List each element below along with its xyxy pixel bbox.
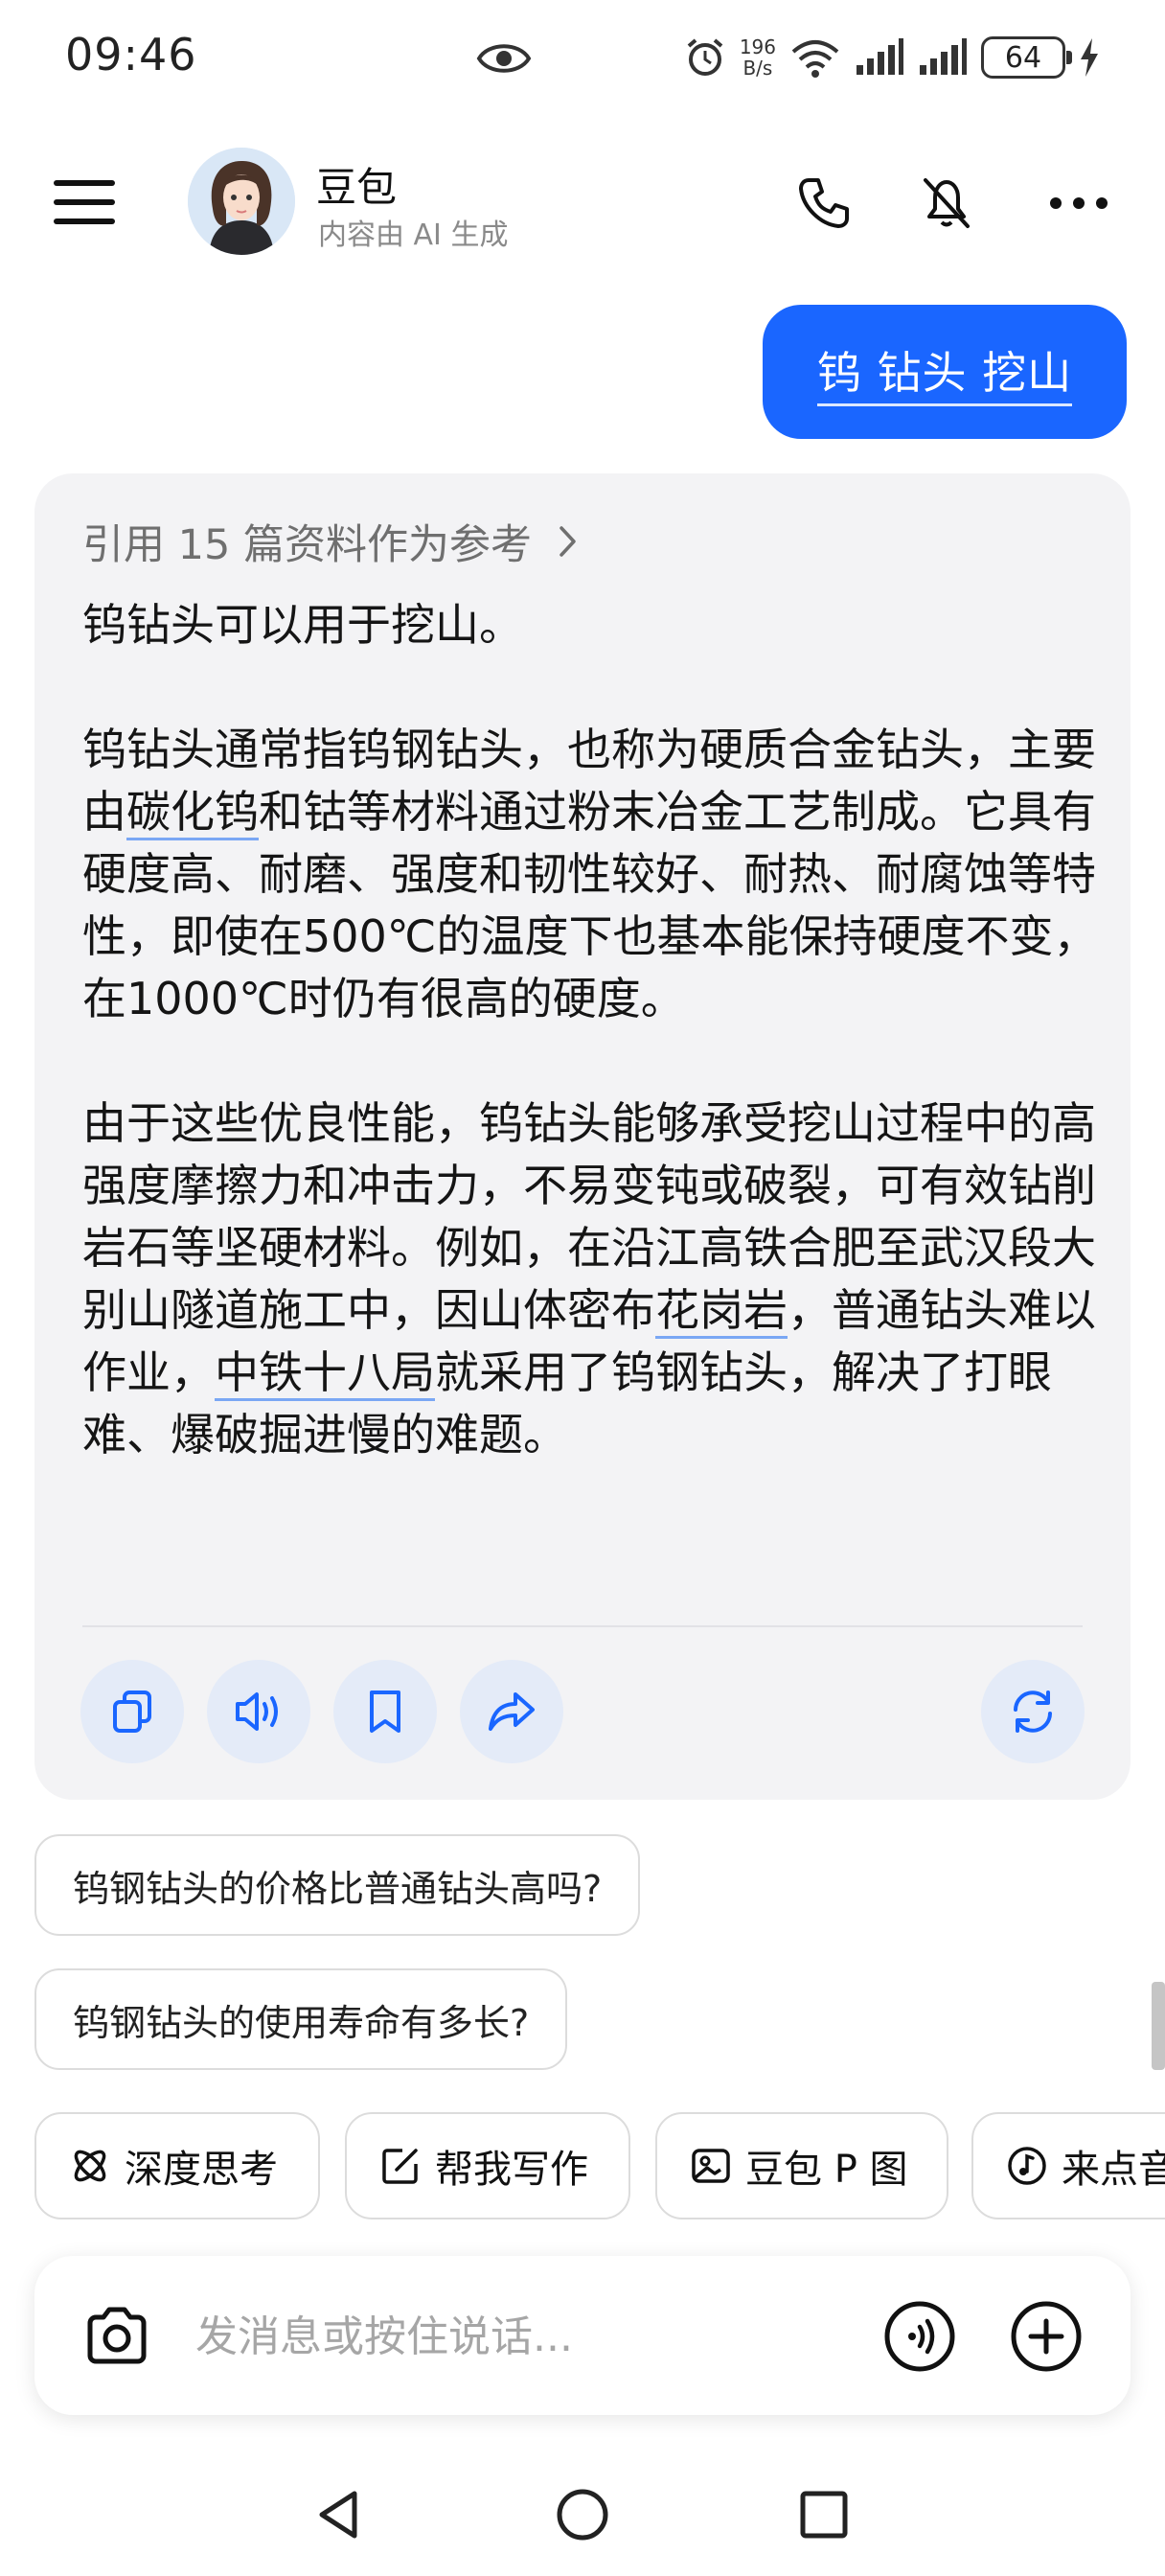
charging-icon [1081, 38, 1098, 77]
app-screen: 09:46 196 B/s 64 豆包 内容由 AI 生成 钨 钻头 挖山 引用… [0, 0, 1165, 2576]
answer-paragraph-1: 钨钻头可以用于挖山。 [82, 599, 523, 651]
signal-icon-1 [857, 38, 903, 75]
menu-button[interactable] [54, 180, 115, 224]
answer-paragraph-2: 钨钻头通常指钨钢钻头，也称为硬质合金钻头，主要由碳化钨和钴等材料通过粉末冶金工艺… [82, 724, 1098, 1024]
bookmark-icon [370, 1690, 400, 1733]
status-bar: 09:46 196 B/s 64 [0, 0, 1165, 119]
camera-icon [87, 2307, 147, 2364]
refresh-icon [1014, 1690, 1052, 1733]
assistant-name: 豆包 [316, 164, 398, 211]
scrollbar-thumb[interactable] [1152, 1982, 1165, 2070]
edit-icon [382, 2149, 418, 2184]
user-message-text: 钨 钻头 挖山 [816, 338, 1073, 406]
assistant-avatar-icon [188, 148, 295, 255]
share-arrow-icon [489, 1692, 535, 1731]
chevron-right-icon [560, 526, 576, 557]
regenerate-button[interactable] [981, 1660, 1085, 1763]
copy-icon [113, 1690, 151, 1733]
user-message-bubble[interactable]: 钨 钻头 挖山 [763, 305, 1127, 439]
atom-icon [74, 2150, 106, 2182]
share-button[interactable] [460, 1660, 563, 1763]
more-dots-icon [1050, 197, 1108, 209]
copy-button[interactable] [80, 1660, 184, 1763]
signal-icon-2 [920, 38, 967, 75]
speaker-icon [236, 1692, 278, 1731]
answer-body: 钨钻头可以用于挖山。 钨钻头通常指钨钢钻头，也称为硬质合金钻头，主要由碳化钨和钴… [82, 594, 1098, 1466]
camera-button[interactable] [79, 2298, 155, 2375]
music-icon [1008, 2147, 1046, 2185]
answer-paragraph-3: 由于这些优良性能，钨钻头能够承受挖山过程中的高强度摩擦力和冲击力，不易变钝或破裂… [82, 1097, 1096, 1460]
recents-square-icon [800, 2491, 848, 2539]
mute-toggle-button[interactable] [912, 169, 981, 238]
alarm-icon [687, 38, 723, 76]
keyword-link-china-railway[interactable]: 中铁十八局 [215, 1346, 435, 1401]
ai-disclaimer: 内容由 AI 生成 [318, 218, 509, 252]
bookmark-button[interactable] [333, 1660, 437, 1763]
read-aloud-button[interactable] [207, 1660, 310, 1763]
eye-icon [476, 44, 532, 73]
keyword-link-tungsten-carbide[interactable]: 碳化钨 [126, 786, 259, 840]
back-triangle-icon [319, 2491, 357, 2539]
keyword-link-granite[interactable]: 花岗岩 [655, 1284, 788, 1339]
chip-label: 豆包 P 图 [745, 2148, 908, 2192]
references-link[interactable]: 引用 15 篇资料作为参考 [82, 512, 578, 571]
phone-icon [799, 178, 849, 228]
chip-label: 来点音 [1062, 2148, 1165, 2192]
chip-label: 深度思考 [125, 2148, 278, 2192]
image-edit-icon [692, 2149, 730, 2183]
more-options-button[interactable] [1044, 169, 1113, 238]
suggestion-2[interactable]: 钨钢钻头的使用寿命有多长? [34, 1968, 568, 2070]
message-input[interactable] [195, 2306, 732, 2367]
voice-input-icon[interactable] [883, 2300, 956, 2373]
avatar[interactable] [188, 148, 295, 255]
network-speed: 196 B/s [739, 35, 776, 80]
add-attachment-icon[interactable] [1010, 2300, 1083, 2373]
message-input-bar [34, 2256, 1131, 2415]
references-label: 引用 15 篇资料作为参考 [82, 521, 533, 569]
chip-label: 帮我写作 [435, 2148, 588, 2192]
answer-divider [82, 1625, 1083, 1627]
chip-music[interactable]: 来点音 [971, 2112, 1165, 2220]
assistant-answer-card: 引用 15 篇资料作为参考 钨钻头可以用于挖山。 钨钻头通常指钨钢钻头，也称为硬… [34, 473, 1131, 1800]
wifi-icon [791, 40, 839, 78]
phone-call-button[interactable] [789, 169, 858, 238]
status-icons: 196 B/s 64 [684, 31, 1100, 84]
nav-home-button[interactable] [544, 2476, 621, 2553]
battery-indicator: 64 [981, 36, 1072, 79]
chat-header: 豆包 内容由 AI 生成 [0, 134, 1165, 268]
chip-image-edit[interactable]: 豆包 P 图 [655, 2112, 948, 2220]
chip-deep-thinking[interactable]: 深度思考 [34, 2112, 320, 2220]
nav-back-button[interactable] [301, 2476, 377, 2553]
suggestion-1[interactable]: 钨钢钻头的价格比普通钻头高吗? [34, 1834, 641, 1936]
status-time: 09:46 [65, 29, 197, 80]
chip-help-write[interactable]: 帮我写作 [345, 2112, 630, 2220]
speaker-muted-icon [924, 178, 970, 228]
nav-recents-button[interactable] [786, 2476, 862, 2553]
home-circle-icon [557, 2489, 608, 2541]
